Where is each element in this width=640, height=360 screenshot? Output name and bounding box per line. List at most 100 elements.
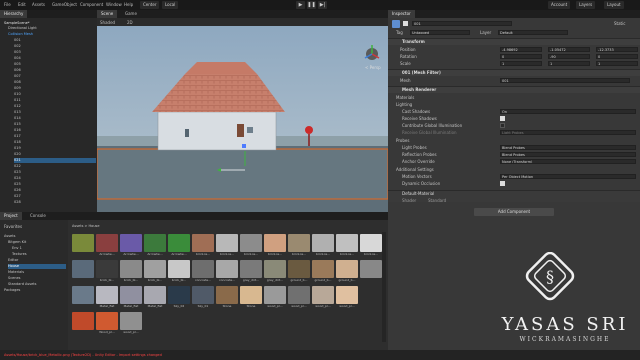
object-name-field[interactable]: 001: [412, 21, 512, 26]
asset-tile[interactable]: wood_pl...: [336, 286, 358, 308]
hierarchy-row[interactable]: 011: [14, 98, 96, 103]
breadcrumb[interactable]: Assets > House: [72, 224, 100, 228]
asset-tile[interactable]: Arrowhe...: [168, 234, 190, 256]
asset-tile[interactable]: brick-la...: [264, 234, 286, 256]
receive-gi-dropdown[interactable]: Light Probes: [500, 130, 636, 135]
probes-foldout[interactable]: Probes: [396, 138, 409, 143]
project-folder-item[interactable]: Scenes: [8, 276, 66, 281]
lighting-foldout[interactable]: Lighting: [396, 102, 412, 107]
asset-tile[interactable]: brick_bl...: [96, 260, 118, 282]
asset-tile[interactable]: Metal_flat: [96, 286, 118, 308]
hierarchy-row[interactable]: 017: [14, 134, 96, 139]
hierarchy-row[interactable]: 004: [14, 56, 96, 61]
hierarchy-row[interactable]: 026: [14, 188, 96, 193]
asset-tile[interactable]: Sky_01: [192, 286, 214, 308]
hierarchy-row[interactable]: 007: [14, 74, 96, 79]
hierarchy-row[interactable]: 025: [14, 182, 96, 187]
asset-tile[interactable]: wood_pl...: [312, 286, 334, 308]
additional-settings-foldout[interactable]: Additional Settings: [396, 167, 434, 172]
hierarchy-row[interactable]: 023: [14, 170, 96, 175]
asset-tile[interactable]: brick_bl...: [144, 260, 166, 282]
tab-scene[interactable]: Scene: [97, 10, 118, 18]
mesh-field[interactable]: 001: [500, 78, 630, 83]
pivot-center-button[interactable]: Center: [140, 1, 160, 9]
rotation-y-field[interactable]: -90: [548, 54, 590, 59]
asset-tile[interactable]: [72, 234, 94, 256]
menu-help[interactable]: Help: [124, 2, 133, 7]
menu-assets[interactable]: Assets: [32, 2, 45, 7]
scale-y-field[interactable]: 1: [548, 61, 590, 66]
mesh-filter-header[interactable]: 001 (Mesh Filter): [388, 69, 640, 76]
asset-tile[interactable]: brick_bl...: [168, 260, 190, 282]
tag-dropdown[interactable]: Untagged: [410, 30, 470, 35]
position-z-field[interactable]: -12.3733: [596, 47, 638, 52]
favorites-label[interactable]: Favorites: [4, 224, 22, 229]
position-x-field[interactable]: -4.98692: [500, 47, 542, 52]
pause-button[interactable]: ❚❚: [307, 1, 316, 9]
asset-tile[interactable]: ground_b...: [288, 260, 310, 282]
hierarchy-row[interactable]: Directional Light: [8, 26, 96, 31]
project-folder-item[interactable]: Bitgem Kit: [8, 240, 66, 245]
static-toggle[interactable]: Static: [614, 21, 625, 26]
pivot-local-button[interactable]: Local: [162, 1, 179, 9]
asset-tile[interactable]: brick-la...: [192, 234, 214, 256]
layer-dropdown[interactable]: Default: [498, 30, 568, 35]
scale-z-field[interactable]: 1: [596, 61, 638, 66]
project-folder-item[interactable]: Editor: [8, 258, 66, 263]
asset-tile[interactable]: brick-la...: [360, 234, 382, 256]
2d-toggle[interactable]: 2D: [127, 20, 133, 25]
asset-tile[interactable]: ground_b...: [336, 260, 358, 282]
layers-dropdown[interactable]: Layers: [576, 1, 596, 9]
reflection-probes-dropdown[interactable]: Blend Probes: [500, 152, 636, 157]
tab-game[interactable]: Game: [121, 10, 141, 18]
hierarchy-row[interactable]: 014: [14, 116, 96, 121]
asset-tile[interactable]: ground_b...: [312, 260, 334, 282]
account-dropdown[interactable]: Account: [548, 1, 571, 9]
shading-dropdown[interactable]: Shaded: [100, 20, 115, 25]
project-folder-item[interactable]: Assets: [4, 234, 66, 239]
asset-tile[interactable]: Stone: [216, 286, 238, 308]
asset-tile[interactable]: [360, 260, 382, 282]
hierarchy-row[interactable]: 008: [14, 80, 96, 85]
asset-tile[interactable]: Sky_02: [168, 286, 190, 308]
transform-header[interactable]: Transform: [388, 38, 640, 45]
hierarchy-row[interactable]: 001: [14, 38, 96, 43]
asset-tile[interactable]: Arrowhe...: [96, 234, 118, 256]
asset-tile[interactable]: brick_bl...: [120, 260, 142, 282]
asset-tile[interactable]: Metal_flat: [120, 286, 142, 308]
motion-vectors-dropdown[interactable]: Per Object Motion: [500, 174, 636, 179]
hierarchy-row[interactable]: 021: [14, 158, 96, 163]
project-folder-item[interactable]: Textures: [12, 252, 66, 257]
menu-gameobject[interactable]: GameObject: [52, 2, 77, 7]
hierarchy-row[interactable]: 016: [14, 128, 96, 133]
dynamic-occlusion-checkbox[interactable]: [500, 181, 505, 186]
tab-project[interactable]: Project: [0, 212, 22, 220]
project-folder-item[interactable]: Materials: [8, 270, 66, 275]
scale-x-field[interactable]: 1: [500, 61, 542, 66]
light-probes-dropdown[interactable]: Blend Probes: [500, 145, 636, 150]
hierarchy-row[interactable]: 005: [14, 62, 96, 67]
asset-tile[interactable]: grey_dirt...: [264, 260, 286, 282]
asset-tile[interactable]: wood_pl...: [120, 312, 142, 334]
project-folder-item[interactable]: Standard Assets: [8, 282, 66, 287]
material-header[interactable]: Default-Material: [388, 190, 640, 202]
materials-foldout[interactable]: Materials: [396, 95, 414, 100]
asset-tile[interactable]: Arrowhe...: [144, 234, 166, 256]
menu-file[interactable]: File: [4, 2, 11, 7]
menu-edit[interactable]: Edit: [18, 2, 26, 7]
asset-tile[interactable]: Wood_pl...: [96, 312, 118, 334]
asset-tile[interactable]: Stone: [240, 286, 262, 308]
asset-tile[interactable]: Metal_flat: [144, 286, 166, 308]
hierarchy-row[interactable]: 022: [14, 164, 96, 169]
position-y-field[interactable]: -1.05472: [548, 47, 590, 52]
hierarchy-row[interactable]: 015: [14, 122, 96, 127]
asset-tile[interactable]: wood_pl...: [264, 286, 286, 308]
mesh-renderer-header[interactable]: Mesh Renderer: [388, 86, 640, 93]
project-folder-item[interactable]: Packages: [4, 288, 66, 293]
asset-tile[interactable]: concrete...: [192, 260, 214, 282]
layout-dropdown[interactable]: Layout: [604, 1, 624, 9]
add-component-button[interactable]: Add Component: [474, 208, 554, 216]
menu-window[interactable]: Window: [106, 2, 122, 7]
menu-component[interactable]: Component: [80, 2, 103, 7]
asset-tile[interactable]: Arrowhe...: [120, 234, 142, 256]
